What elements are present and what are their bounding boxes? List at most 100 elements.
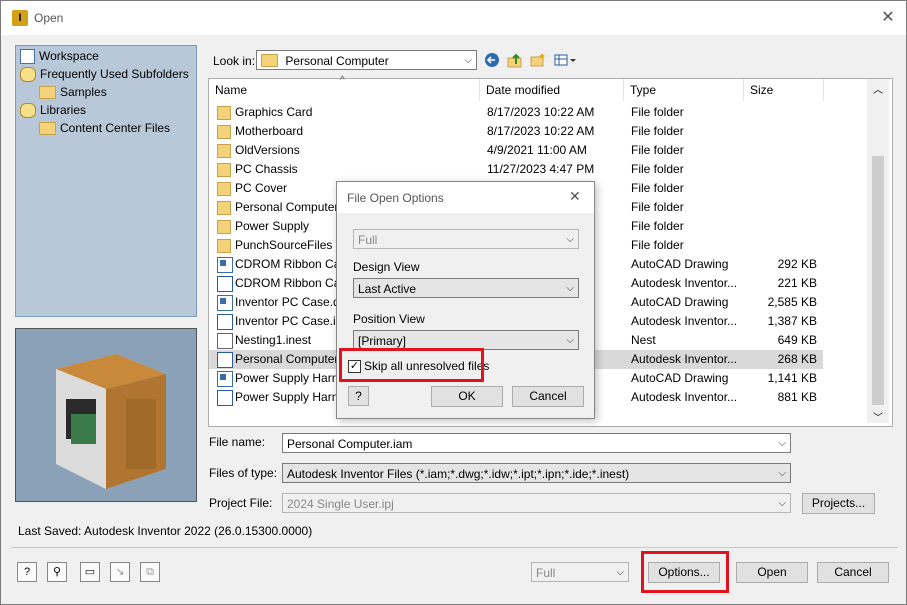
chevron-down-icon: ⌵ <box>566 335 574 346</box>
file-type: File folder <box>631 105 684 119</box>
file-name: PunchSourceFiles <box>235 238 333 252</box>
filetype-label: Files of type: <box>209 466 278 480</box>
file-name: Personal Computer <box>235 200 339 214</box>
file-size: 2,585 KB <box>767 295 817 309</box>
filename-value: Personal Computer.iam <box>287 437 413 451</box>
window-title: Open <box>34 11 64 25</box>
folder-icon <box>217 106 231 120</box>
filename-field[interactable]: Personal Computer.iam ⌵ <box>282 433 791 453</box>
scroll-down-icon[interactable]: ﹀ <box>867 409 889 424</box>
table-row[interactable]: Motherboard 8/17/2023 10:22 AM File folder <box>209 122 823 141</box>
scroll-up-icon[interactable]: ︿ <box>867 81 889 96</box>
scrollbar-thumb[interactable] <box>872 156 884 405</box>
folder-icon <box>39 86 56 100</box>
file-type: Autodesk Inventor... <box>631 314 738 328</box>
copy-icon[interactable]: ⧉ <box>140 562 160 582</box>
projects-button[interactable]: Projects... <box>802 493 875 514</box>
file-size: 1,141 KB <box>767 371 817 385</box>
sidebar-item-label: Samples <box>60 85 107 99</box>
filename-label: File name: <box>209 435 266 449</box>
file-name: Inventor PC Case.idw <box>235 314 339 328</box>
link-arrow-icon[interactable]: ↘ <box>110 562 130 582</box>
close-icon[interactable]: ✕ <box>877 7 899 29</box>
position-view-value: [Primary] <box>358 334 406 348</box>
file-icon[interactable]: ▭ <box>80 562 100 582</box>
inventor-file-icon <box>217 390 233 406</box>
table-row[interactable]: Graphics Card 8/17/2023 10:22 AM File fold… <box>209 103 823 122</box>
table-row[interactable]: PC Chassis 11/27/2023 4:47 PM File folder <box>209 160 823 179</box>
inventor-file-icon <box>217 276 233 292</box>
autocad-drawing-icon <box>217 371 233 387</box>
file-size: 1,387 KB <box>767 314 817 328</box>
filetype-select[interactable]: Autodesk Inventor Files (*.iam;*.dwg;*.i… <box>282 463 791 483</box>
lookin-combo[interactable]: Personal Computer ⌵ <box>256 50 477 70</box>
sidebar-item-samples[interactable]: Samples <box>39 83 107 101</box>
design-view-select[interactable]: Last Active ⌵ <box>353 278 579 298</box>
chevron-down-icon: ⌵ <box>778 468 786 479</box>
file-name: Power Supply Harn <box>235 371 339 385</box>
chevron-down-icon: ⌵ <box>778 438 786 449</box>
file-name: Motherboard <box>235 124 304 138</box>
dialog-cancel-button[interactable]: Cancel <box>512 386 584 407</box>
file-name: CDROM Ribbon Cab <box>235 276 339 290</box>
dialog-help-icon[interactable]: ? <box>348 386 369 406</box>
inventor-file-icon <box>217 352 233 368</box>
folder-icon <box>217 182 231 196</box>
autocad-drawing-icon <box>217 295 233 311</box>
project-label: Project File: <box>209 496 273 510</box>
file-type: Autodesk Inventor... <box>631 276 738 290</box>
filetype-value: Autodesk Inventor Files (*.iam;*.dwg;*.i… <box>287 467 630 481</box>
sidebar-item-workspace[interactable]: Workspace <box>20 47 99 65</box>
pc-case-preview-image <box>56 354 166 489</box>
file-name: Inventor PC Case.dw <box>235 295 339 309</box>
file-date: 4/9/2021 11:00 AM <box>487 143 587 157</box>
sidebar-item-frequently-used[interactable]: Frequently Used Subfolders <box>20 65 189 83</box>
project-select: 2024 Single User.ipj ⌵ <box>282 493 791 513</box>
folder-icon <box>217 163 231 177</box>
project-value: 2024 Single User.ipj <box>287 497 394 511</box>
open-button[interactable]: Open <box>736 562 808 583</box>
sidebar-item-label: Workspace <box>39 49 99 63</box>
column-header-size[interactable]: Size <box>744 79 824 101</box>
folder-icon <box>217 239 231 253</box>
file-size: 881 KB <box>777 390 817 404</box>
column-header-date[interactable]: Date modified <box>480 79 624 101</box>
file-type: File folder <box>631 219 684 233</box>
sidebar-item-label: Content Center Files <box>60 121 171 135</box>
table-row[interactable]: OldVersions 4/9/2021 11:00 AM File folder <box>209 141 823 160</box>
position-view-label: Position View <box>353 312 425 326</box>
chevron-down-icon: ⌵ <box>464 55 472 66</box>
file-name: CDROM Ribbon Cab <box>235 257 339 271</box>
locations-pane: Workspace Frequently Used Subfolders Sam… <box>15 45 197 317</box>
find-binoculars-icon[interactable]: ⚲ <box>47 562 67 582</box>
file-type: AutoCAD Drawing <box>631 295 729 309</box>
file-name: PC Cover <box>235 181 288 195</box>
cancel-button[interactable]: Cancel <box>817 562 889 583</box>
column-header-type[interactable]: Type <box>624 79 744 101</box>
help-icon[interactable]: ? <box>17 562 37 582</box>
lookin-value: Personal Computer <box>285 54 389 68</box>
dialog-lod-value: Full <box>358 233 378 247</box>
file-name: PC Chassis <box>235 162 298 176</box>
sidebar-item-libraries[interactable]: Libraries <box>20 101 86 119</box>
position-view-select[interactable]: [Primary] ⌵ <box>353 330 579 350</box>
library-icon <box>20 67 36 83</box>
file-list-scrollbar[interactable]: ︿ ﹀ <box>867 79 889 424</box>
dialog-close-icon[interactable]: ✕ <box>569 188 581 205</box>
file-type: File folder <box>631 143 684 157</box>
dialog-lod-select: Full ⌵ <box>353 229 579 249</box>
file-date: 11/27/2023 4:47 PM <box>487 162 595 176</box>
new-folder-icon[interactable] <box>529 52 547 70</box>
sort-caret-icon: ^ <box>340 75 345 86</box>
folder-icon <box>261 54 278 68</box>
library-icon <box>20 103 36 119</box>
file-type: File folder <box>631 200 684 214</box>
file-size: 221 KB <box>777 276 817 290</box>
dialog-ok-button[interactable]: OK <box>431 386 503 407</box>
up-folder-icon[interactable] <box>506 52 524 70</box>
separator <box>11 547 898 548</box>
sidebar-item-content-center[interactable]: Content Center Files <box>39 119 170 137</box>
views-menu-icon[interactable] <box>553 52 579 70</box>
file-type: File folder <box>631 238 684 252</box>
back-arrow-icon[interactable] <box>483 52 501 70</box>
